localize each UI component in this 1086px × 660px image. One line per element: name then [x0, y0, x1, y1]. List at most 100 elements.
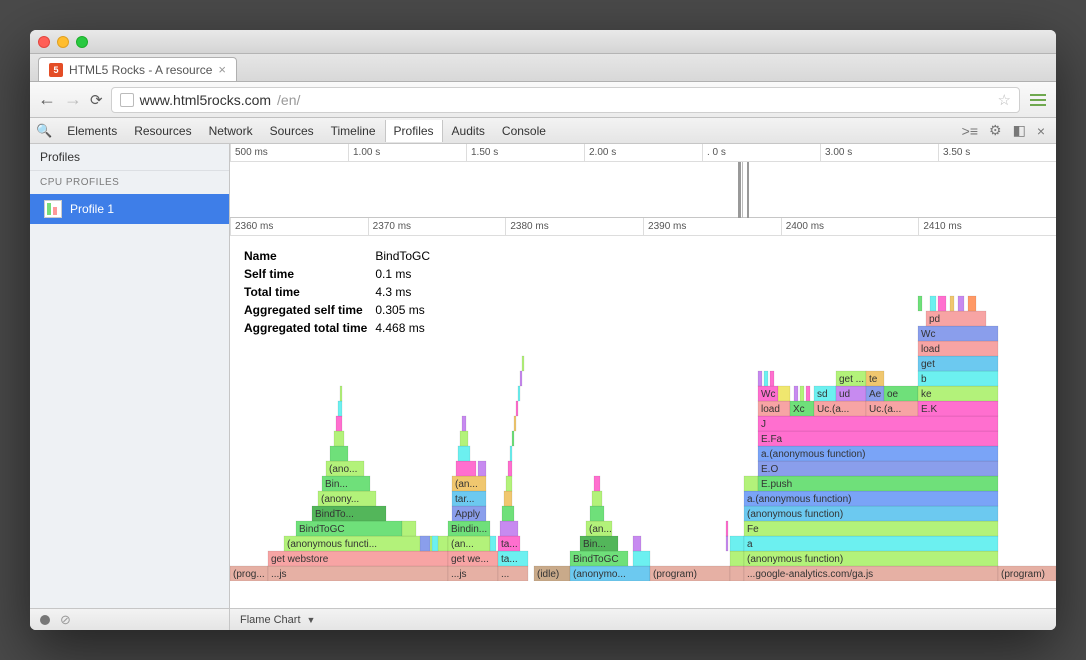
flame-frame[interactable]: [590, 506, 604, 521]
flame-frame[interactable]: [758, 371, 762, 386]
search-icon[interactable]: 🔍: [36, 123, 52, 139]
flame-frame[interactable]: [744, 536, 998, 551]
clear-button[interactable]: ⊘: [60, 612, 71, 628]
devtools-tab-profiles[interactable]: Profiles: [385, 120, 443, 142]
flame-frame[interactable]: [730, 566, 744, 581]
tooltip-key: Aggregated total time: [244, 320, 373, 336]
dock-side-icon[interactable]: ◧: [1008, 122, 1031, 139]
close-devtools-icon[interactable]: ×: [1032, 123, 1050, 139]
flame-frame[interactable]: [336, 416, 342, 431]
flame-frame[interactable]: [730, 551, 744, 566]
browser-tabbar: 5 HTML5 Rocks - A resource ×: [30, 54, 1056, 82]
flame-frame[interactable]: [502, 506, 514, 521]
flame-frame[interactable]: [744, 476, 758, 491]
flame-frame[interactable]: [518, 386, 520, 401]
record-button[interactable]: [40, 615, 50, 625]
flame-frame[interactable]: [508, 461, 512, 476]
zoom-window-button[interactable]: [76, 36, 88, 48]
flame-frame[interactable]: [778, 386, 790, 401]
flame-frame[interactable]: [420, 536, 430, 551]
flame-frame[interactable]: [478, 461, 486, 476]
flame-frame[interactable]: [794, 386, 798, 401]
flame-frame[interactable]: [758, 461, 998, 476]
devtools-tab-elements[interactable]: Elements: [59, 120, 125, 142]
sidebar-profile-item[interactable]: Profile 1: [30, 194, 229, 224]
devtools-tab-console[interactable]: Console: [494, 120, 554, 142]
flame-frame[interactable]: [968, 296, 976, 311]
overview-body[interactable]: [230, 162, 1056, 218]
flame-frame[interactable]: [958, 296, 964, 311]
flame-frame[interactable]: [726, 536, 728, 551]
bookmark-star-icon[interactable]: ☆: [998, 91, 1011, 109]
reload-button[interactable]: ⟳: [90, 91, 103, 109]
flame-frame[interactable]: [490, 536, 496, 551]
dropdown-arrow-icon: ▼: [307, 615, 316, 625]
devtools-tab-network[interactable]: Network: [201, 120, 261, 142]
flame-frame[interactable]: [500, 521, 518, 536]
devtools-tab-resources[interactable]: Resources: [126, 120, 199, 142]
timeline-overview[interactable]: 500 ms1.00 s1.50 s2.00 s. 0 s3.00 s3.50 …: [230, 144, 1056, 218]
flame-frame-label: get: [921, 359, 935, 370]
detail-tick: 2370 ms: [368, 218, 506, 235]
forward-button[interactable]: →: [64, 89, 82, 110]
flame-frame[interactable]: [460, 431, 468, 446]
view-mode-dropdown[interactable]: Flame Chart ▼: [230, 614, 325, 626]
flame-frame[interactable]: [510, 446, 512, 461]
flame-frame[interactable]: [338, 401, 342, 416]
flame-frame[interactable]: [520, 371, 522, 386]
flame-frame[interactable]: [594, 476, 600, 491]
flame-frame[interactable]: [514, 416, 516, 431]
flame-frame[interactable]: [758, 476, 998, 491]
flame-frame[interactable]: [800, 386, 804, 401]
flame-frame[interactable]: [456, 461, 476, 476]
flame-frame-label: ...google-analytics.com/ga.js: [747, 569, 873, 580]
flame-frame[interactable]: [522, 356, 524, 371]
close-window-button[interactable]: [38, 36, 50, 48]
address-bar[interactable]: www.html5rocks.com/en/ ☆: [111, 87, 1020, 113]
flame-chart[interactable]: NameBindToGCSelf time0.1 msTotal time4.3…: [230, 236, 1056, 608]
flame-frame[interactable]: [758, 431, 998, 446]
profiles-sidebar: Profiles CPU PROFILES Profile 1: [30, 144, 230, 608]
flame-frame[interactable]: [918, 371, 998, 386]
flame-frame[interactable]: [512, 431, 514, 446]
devtools-tab-audits[interactable]: Audits: [444, 120, 493, 142]
flame-frame[interactable]: [334, 431, 344, 446]
flame-frame[interactable]: [432, 536, 438, 551]
flame-frame[interactable]: [930, 296, 936, 311]
minimize-window-button[interactable]: [57, 36, 69, 48]
flame-frame-label: get webstore: [271, 554, 329, 565]
flame-frame[interactable]: [330, 446, 348, 461]
flame-frame[interactable]: [770, 371, 774, 386]
flame-frame-label: ta...: [501, 554, 518, 565]
flame-frame[interactable]: [950, 296, 954, 311]
close-tab-icon[interactable]: ×: [218, 62, 226, 77]
flame-frame[interactable]: [402, 521, 416, 536]
flame-frame[interactable]: [458, 446, 470, 461]
flame-frame[interactable]: [758, 416, 998, 431]
flame-frame[interactable]: [726, 521, 728, 536]
flame-frame[interactable]: [504, 491, 512, 506]
flame-frame[interactable]: [633, 536, 641, 551]
back-button[interactable]: ←: [38, 89, 56, 110]
flame-frame[interactable]: [516, 401, 518, 416]
flame-frame-label: Wc: [921, 329, 935, 340]
devtools-tab-sources[interactable]: Sources: [262, 120, 322, 142]
flame-frame[interactable]: [462, 416, 466, 431]
flame-frame[interactable]: [340, 386, 342, 401]
flame-frame[interactable]: [764, 371, 768, 386]
flame-frame[interactable]: [918, 296, 922, 311]
flame-frame[interactable]: [938, 296, 946, 311]
flame-frame[interactable]: [592, 491, 602, 506]
flame-frame[interactable]: [268, 566, 448, 581]
flame-frame[interactable]: [506, 476, 512, 491]
settings-gear-icon[interactable]: ⚙: [984, 122, 1007, 139]
flame-frame-label: a.(anonymous function): [747, 494, 852, 505]
chrome-menu-button[interactable]: [1028, 94, 1048, 106]
browser-tab[interactable]: 5 HTML5 Rocks - A resource ×: [38, 57, 237, 81]
devtools-tab-timeline[interactable]: Timeline: [323, 120, 384, 142]
flame-frame[interactable]: [806, 386, 810, 401]
console-toggle-icon[interactable]: >≡: [957, 123, 983, 139]
flame-frame[interactable]: [744, 521, 998, 536]
flame-frame[interactable]: [633, 551, 650, 566]
flame-frame[interactable]: [730, 536, 744, 551]
